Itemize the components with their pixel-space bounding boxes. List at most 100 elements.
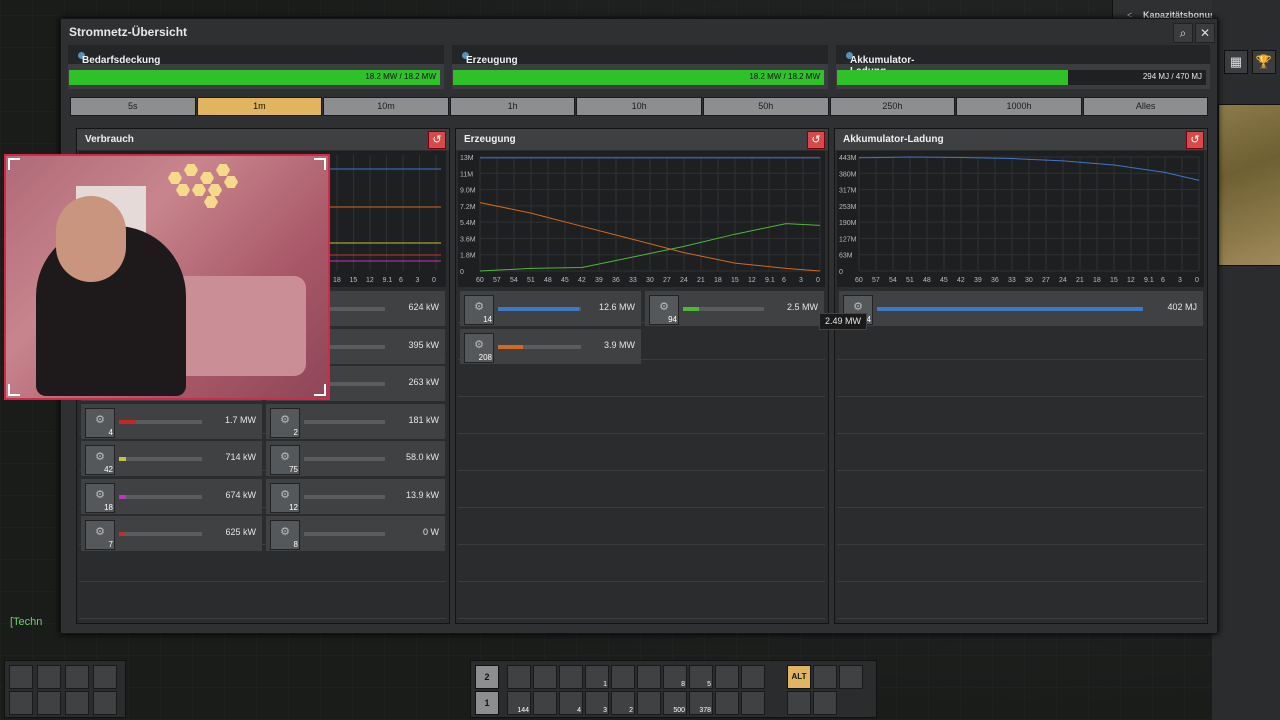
quickbar-row-2-button[interactable]: 2 — [475, 665, 499, 689]
x-tick-label: 39 — [595, 277, 603, 284]
accumulator-summary: Akkumulator-Ladung 294 MJ / 470 MJ — [836, 45, 1210, 89]
hex-light — [192, 184, 206, 196]
tab-10m[interactable]: 10m — [323, 97, 449, 116]
production-chart[interactable]: 13M 11M 9.0M 7.2M 5.4M 3.6M 1.8M 0 60 57 54 51 48 45 4… — [458, 151, 825, 287]
hex-light — [216, 164, 230, 176]
tool-slot[interactable] — [9, 665, 33, 689]
search-icon[interactable]: ⌕ — [1173, 23, 1193, 43]
usage-bar — [498, 307, 581, 311]
quickbar-slot[interactable]: 2 — [611, 691, 635, 715]
list-item[interactable]: ⚙ 14 12.6 MW — [460, 291, 641, 326]
tab-250h[interactable]: 250h — [829, 97, 956, 116]
usage-value: 674 kW — [225, 489, 256, 500]
tab-Alles[interactable]: Alles — [1082, 97, 1209, 116]
quickbar-slot[interactable]: 4 — [559, 691, 583, 715]
quickbar-slot[interactable] — [715, 665, 739, 689]
tool-icon[interactable] — [813, 665, 837, 689]
demand-value: 18.2 MW / 18.2 MW — [365, 72, 436, 81]
quickbar-slot[interactable] — [559, 665, 583, 689]
close-icon[interactable]: ✕ — [1195, 23, 1215, 43]
quickbar-slot[interactable]: 1 — [585, 665, 609, 689]
slot-count: 8 — [681, 681, 685, 688]
tool-slot[interactable] — [65, 665, 89, 689]
list-item[interactable]: ⚙ 8 0 W — [266, 516, 445, 551]
x-tick-label: 36 — [612, 277, 620, 284]
hex-light — [184, 164, 198, 176]
tool-slot[interactable] — [37, 691, 61, 715]
tool-slot[interactable] — [65, 691, 89, 715]
entity-icon: ⚙ 2 — [270, 407, 300, 438]
tab-1m[interactable]: 1m — [196, 97, 323, 116]
demand-summary: Bedarfsdeckung 18.2 MW / 18.2 MW — [68, 45, 444, 89]
tool-slot[interactable] — [9, 691, 33, 715]
minimap[interactable] — [1218, 104, 1280, 266]
x-tick-label: 33 — [1008, 277, 1016, 284]
usage-bar-fill — [877, 307, 1143, 311]
tool-slot[interactable] — [93, 691, 117, 715]
tool-slot[interactable] — [37, 665, 61, 689]
quickbar-slot[interactable] — [637, 665, 661, 689]
list-item[interactable]: ⚙ 2 181 kW — [266, 403, 445, 439]
quickbar-slot[interactable] — [611, 665, 635, 689]
left-hotbar — [4, 660, 126, 718]
tab-10h[interactable]: 10h — [576, 97, 702, 116]
x-tick-label: 6 — [782, 277, 786, 284]
quickbar-slot[interactable] — [533, 691, 557, 715]
list-item[interactable]: ⚙ 12 13.9 kW — [266, 478, 445, 514]
tab-5s[interactable]: 5s — [70, 97, 196, 116]
quickbar-slot[interactable] — [741, 665, 765, 689]
x-tick-label: 33 — [629, 277, 637, 284]
list-item[interactable]: ⚙ 7 625 kW — [81, 516, 262, 551]
tool-slot[interactable] — [93, 665, 117, 689]
list-item[interactable]: ⚙ 42 714 kW — [81, 441, 262, 476]
list-item[interactable]: ⚙ 208 3.9 MW — [460, 328, 641, 364]
quickbar-slot[interactable]: 378 — [689, 691, 713, 715]
x-tick-label: 6 — [1161, 277, 1165, 284]
usage-value: 181 kW — [408, 414, 439, 425]
y-tick-label: 7.2M — [460, 204, 476, 211]
usage-bar — [304, 419, 385, 424]
hex-light — [208, 184, 222, 196]
list-item[interactable]: ⚙ 4 1.7 MW — [81, 403, 262, 439]
x-tick-label: 12 — [748, 277, 756, 284]
quickbar-slot[interactable]: 5 — [689, 665, 713, 689]
quickbar-slot[interactable]: 3 — [585, 691, 609, 715]
webcam-head — [56, 196, 126, 282]
quickbar-slot[interactable] — [637, 691, 661, 715]
tab-50h[interactable]: 50h — [703, 97, 829, 116]
list-item[interactable]: ⚙94402 MJ — [839, 291, 1203, 326]
tool-icon[interactable] — [813, 691, 837, 715]
window-titlebar[interactable]: Stromnetz-Übersicht ⌕ ✕ — [61, 19, 1217, 45]
quickbar-slot[interactable]: 144 — [507, 691, 531, 715]
quickbar-row-1-button[interactable]: 1 — [475, 691, 499, 715]
production-summary: Erzeugung 18.2 MW / 18.2 MW — [452, 45, 828, 89]
quickbar-slot[interactable]: 500 — [663, 691, 687, 715]
y-tick-label: 0 — [839, 269, 843, 276]
list-item[interactable]: ⚙ 75 58.0 kW — [266, 441, 445, 476]
tab-1h[interactable]: 1h — [449, 97, 576, 116]
list-item[interactable]: ⚙ 94 2.5 MW — [645, 291, 824, 326]
reset-icon[interactable]: ↺ — [807, 131, 825, 149]
entity-count: 12 — [289, 502, 298, 512]
reset-icon[interactable]: ↺ — [428, 131, 446, 149]
quickbar-slot[interactable]: 8 — [663, 665, 687, 689]
quickbar-slot[interactable] — [715, 691, 739, 715]
list-item[interactable]: ⚙ 18 674 kW — [81, 478, 262, 514]
trophy-icon[interactable]: 🏆 — [1252, 50, 1276, 74]
quickbar-slot[interactable] — [507, 665, 531, 689]
y-tick-label: 1.8M — [460, 253, 476, 260]
x-tick-label: 9.1 — [765, 277, 775, 284]
usage-value: 395 kW — [408, 339, 439, 350]
tool-icon[interactable] — [787, 691, 811, 715]
tool-icon[interactable] — [839, 665, 863, 689]
usage-bar-fill — [119, 419, 136, 424]
x-tick-label: 51 — [527, 277, 535, 284]
tab-1000h[interactable]: 1000h — [956, 97, 1082, 116]
quickbar-slot[interactable] — [741, 691, 765, 715]
x-tick-label: 21 — [1076, 277, 1084, 284]
reset-icon[interactable]: ↺ — [1186, 131, 1204, 149]
alt-mode-button[interactable]: ALT — [787, 665, 811, 689]
quickbar-slot[interactable] — [533, 665, 557, 689]
accumulator-chart[interactable]: 443M 380M 317M 253M 190M 127M 63M 0 60 57 54 51 48 45… — [837, 151, 1204, 287]
blueprint-icon[interactable]: ▦ — [1224, 50, 1248, 74]
